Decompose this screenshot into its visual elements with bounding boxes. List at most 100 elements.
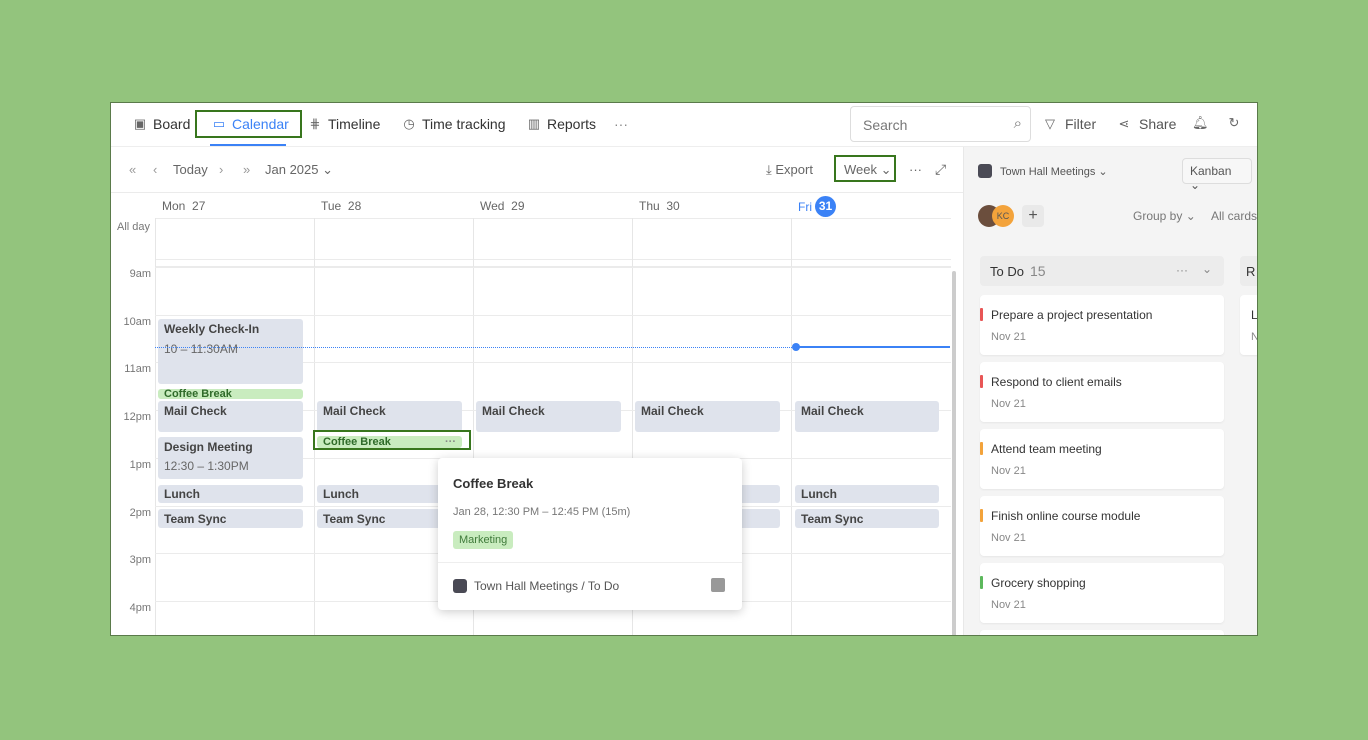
- kanban-panel: Town Hall Meetings ⌄ Kanban ⌄ KC + Group…: [963, 147, 1257, 635]
- more-tabs-button[interactable]: ···: [614, 116, 628, 132]
- active-tab-indicator: [210, 144, 286, 146]
- popup-project-link[interactable]: Town Hall Meetings / To Do: [474, 579, 619, 593]
- hour-label: 1pm: [129, 459, 151, 471]
- event-popup: Coffee Break Jan 28, 12:30 PM – 12:45 PM…: [438, 458, 742, 610]
- card-date: Nov 21: [991, 398, 1026, 410]
- next-button[interactable]: ›: [219, 162, 243, 178]
- project-selector[interactable]: Town Hall Meetings ⌄: [1000, 165, 1108, 178]
- hour-label: 11am: [124, 363, 151, 375]
- add-member-button[interactable]: +: [1022, 205, 1044, 227]
- hour-label: 12pm: [123, 411, 151, 423]
- project-avatar: [453, 579, 467, 593]
- event-team-sync[interactable]: Team Sync: [158, 509, 303, 528]
- priority-indicator: [980, 576, 983, 589]
- event-mail-check[interactable]: Mail Check: [795, 401, 939, 432]
- hour-label: 10am: [123, 316, 151, 328]
- day-header-thu: Thu 30: [639, 199, 680, 213]
- event-lunch[interactable]: Lunch: [158, 485, 303, 503]
- kanban-card[interactable]: Respond to client emails Nov 21: [980, 362, 1224, 422]
- divider: [155, 259, 951, 260]
- card-title: Finish online course module: [991, 509, 1141, 523]
- kanban-card[interactable]: LaN: [1240, 295, 1257, 355]
- top-nav: ▣ Board ▭ Calendar ⋕ Timeline ◷ Time trackin…: [111, 103, 1257, 147]
- event-coffee-break[interactable]: Coffee Break: [158, 389, 303, 400]
- month-selector[interactable]: Jan 2025 ⌄: [265, 162, 333, 178]
- card-title: Attend team meeting: [991, 442, 1102, 456]
- event-weekly-check-in[interactable]: Weekly Check-In 10 – 11:30AM: [158, 319, 303, 384]
- kanban-card[interactable]: Finish online course module Nov 21: [980, 496, 1224, 556]
- kanban-card[interactable]: Prepare a project presentation Nov 21: [980, 295, 1224, 355]
- export-button[interactable]: ⤓ Export: [766, 162, 813, 178]
- group-by-button[interactable]: Group by ⌄: [1133, 209, 1196, 223]
- share-button[interactable]: ⋖ Share: [1117, 116, 1177, 132]
- priority-indicator: [980, 375, 983, 388]
- day-column-divider: [791, 218, 792, 635]
- event-design-meeting[interactable]: Design Meeting 12:30 – 1:30PM: [158, 437, 303, 479]
- event-team-sync[interactable]: Team Sync: [795, 509, 939, 528]
- first-page-button[interactable]: «: [129, 162, 153, 178]
- tab-reports[interactable]: ▥ Reports: [527, 116, 596, 132]
- day-column-divider: [155, 218, 156, 635]
- day-header-fri-today: Fri 31: [798, 196, 836, 217]
- tag-badge[interactable]: Marketing: [453, 531, 514, 549]
- kanban-view-selector[interactable]: Kanban ⌄: [1182, 158, 1252, 192]
- event-mail-check[interactable]: Mail Check: [476, 401, 621, 432]
- project-avatar: [978, 164, 992, 178]
- priority-indicator: [980, 509, 983, 522]
- current-time-line: [796, 346, 950, 348]
- download-icon: ⤓: [766, 162, 772, 177]
- refresh-icon: ↻: [1228, 115, 1240, 130]
- column-header-next: R: [1240, 256, 1257, 286]
- all-day-label: All day: [117, 221, 151, 233]
- tab-timeline[interactable]: ⋕ Timeline: [308, 116, 381, 132]
- prev-button[interactable]: ‹: [153, 162, 173, 178]
- day-header-wed: Wed 29: [480, 199, 525, 213]
- day-header-tue: Tue 28: [321, 199, 362, 213]
- hour-line: [155, 267, 951, 268]
- event-mail-check[interactable]: Mail Check: [317, 401, 462, 432]
- filter-button[interactable]: ▽ Filter: [1043, 116, 1096, 132]
- hour-line: [155, 315, 951, 316]
- column-header-todo: To Do 15 ··· ⌄: [980, 256, 1224, 286]
- popup-time: Jan 28, 12:30 PM – 12:45 PM (15m): [453, 506, 631, 518]
- timeline-icon: ⋕: [309, 116, 321, 131]
- card-title: Respond to client emails: [991, 375, 1122, 389]
- calendar-scrollbar[interactable]: [952, 271, 956, 635]
- app-window: ▣ Board ▭ Calendar ⋕ Timeline ◷ Time trackin…: [110, 102, 1258, 636]
- kanban-card[interactable]: Grocery shopping Nov 21: [980, 563, 1224, 623]
- column-more-icon[interactable]: ···: [1176, 263, 1188, 277]
- collapse-chevron-icon[interactable]: ⌄: [1202, 262, 1212, 276]
- more-options-button[interactable]: ···: [909, 162, 922, 177]
- search-input[interactable]: Search ⌕: [850, 106, 1031, 142]
- expand-icon[interactable]: ⤢: [935, 161, 946, 178]
- event-lunch[interactable]: Lunch: [795, 485, 939, 503]
- hour-label: 2pm: [129, 507, 151, 519]
- event-mail-check[interactable]: Mail Check: [158, 401, 303, 432]
- tab-board[interactable]: ▣ Board: [133, 116, 191, 132]
- divider: [111, 192, 963, 193]
- coffee-break-highlight: [313, 430, 471, 450]
- share-icon: ⋖: [1118, 116, 1130, 131]
- day-header-mon: Mon 27: [162, 199, 206, 213]
- kanban-card[interactable]: [980, 630, 1224, 635]
- event-mail-check[interactable]: Mail Check: [635, 401, 780, 432]
- board-icon[interactable]: [711, 578, 725, 592]
- last-page-button[interactable]: »: [243, 162, 265, 178]
- day-column-divider: [314, 218, 315, 635]
- card-title: Prepare a project presentation: [991, 308, 1153, 322]
- card-title: Grocery shopping: [991, 576, 1086, 590]
- tab-time-tracking[interactable]: ◷ Time tracking: [402, 116, 505, 132]
- kanban-card[interactable]: Attend team meeting Nov 21: [980, 429, 1224, 489]
- hour-label: 3pm: [129, 554, 151, 566]
- filter-icon: ▽: [1045, 116, 1055, 131]
- popup-title: Coffee Break: [453, 476, 534, 491]
- all-cards-button[interactable]: All cards: [1211, 209, 1257, 223]
- avatar[interactable]: KC: [992, 205, 1014, 227]
- refresh-button[interactable]: ↻: [1227, 116, 1241, 130]
- priority-indicator: [980, 308, 983, 321]
- today-button[interactable]: Today: [173, 162, 219, 178]
- current-time-line-past: [155, 347, 792, 348]
- notifications-button[interactable]: 🔔︎: [1192, 116, 1209, 130]
- week-highlight: [834, 155, 896, 182]
- clock-icon: ◷: [403, 116, 415, 131]
